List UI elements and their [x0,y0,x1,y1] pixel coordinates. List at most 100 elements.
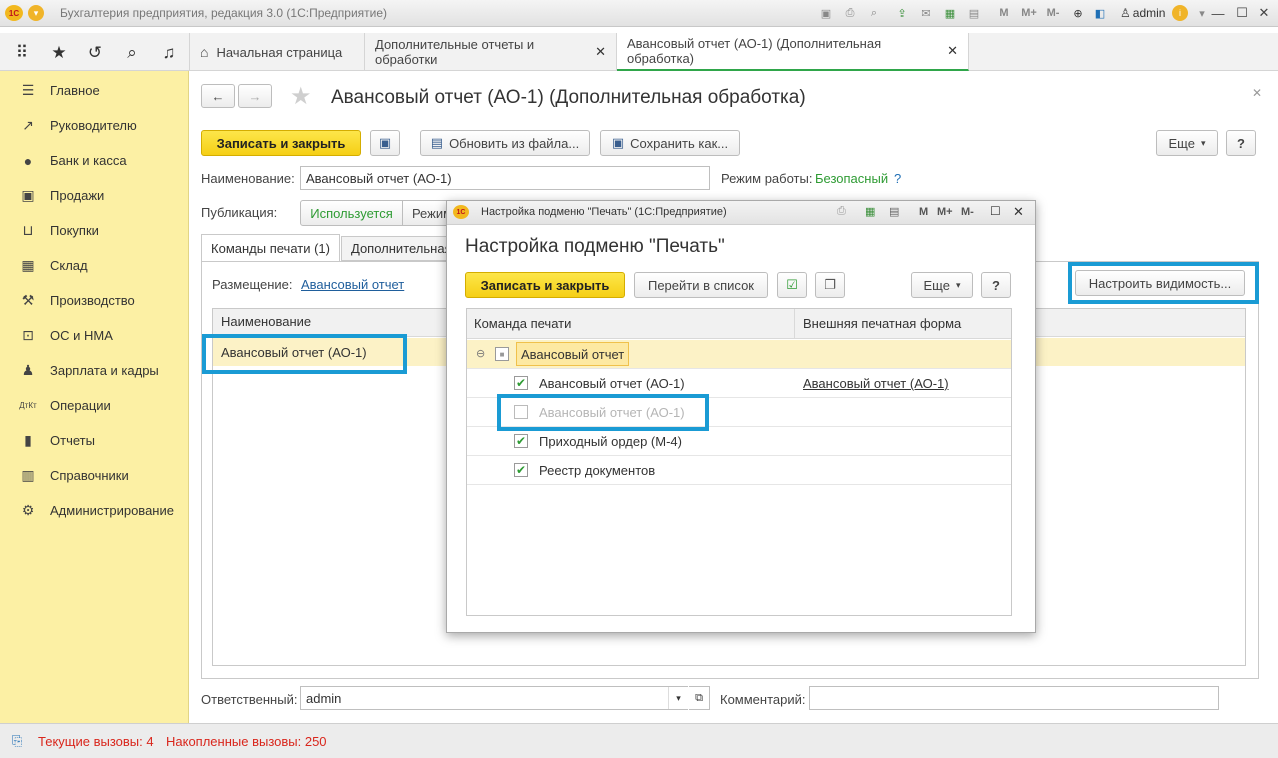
dialog-window-title: Настройка подменю "Печать" (1С:Предприят… [481,206,727,218]
publication-used-option[interactable]: Используется [300,200,403,226]
save-close-button[interactable]: Записать и закрыть [201,130,361,156]
close-form-icon[interactable]: ✕ [1252,86,1262,100]
coin-icon: ● [23,152,33,169]
update-from-file-button[interactable]: ▤ Обновить из файла... [420,130,590,156]
history-icon[interactable]: ↺ [84,42,106,64]
sidebar-item-purchases[interactable]: ⊔ Покупки [0,213,189,248]
row-checkbox[interactable]: ✔ [514,376,528,390]
spreadsheet-icon[interactable]: ▦ [942,5,958,21]
close-button[interactable]: ✕ [1254,3,1274,23]
spreadsheet-icon[interactable]: ▦ [865,205,875,218]
apps-grid-icon[interactable]: ⠿ [11,42,33,64]
memory-mminus-button[interactable]: M- [961,206,974,218]
tree-group-row[interactable]: ⊖ ■ Авансовый отчет [467,340,1011,369]
tree-row[interactable]: ✔ Приходный ордер (М-4) [467,427,1011,456]
favorite-star-icon[interactable]: ★ [290,82,312,111]
dialog-more-button[interactable]: Еще ▾ [911,272,973,298]
app-title-bar: 1С ▾ Бухгалтерия предприятия, редакция 3… [0,0,1278,27]
close-tab-icon[interactable]: ✕ [947,43,958,59]
warehouse-icon: ▦ [21,257,35,273]
external-form-link[interactable]: Авансовый отчет (АО-1) [803,376,949,391]
memory-mplus-button[interactable]: M+ [937,206,953,218]
sidebar-item-bank[interactable]: ● Банк и касса [0,143,189,178]
copy-icon[interactable]: ❐ [815,272,845,298]
row-checkbox[interactable]: ✔ [514,434,528,448]
close-tab-icon[interactable]: ✕ [595,44,606,60]
preview-icon[interactable]: ⌕ [866,5,882,21]
zoom-icon[interactable]: ⊕ [1070,5,1086,21]
user-name: admin [1132,6,1166,20]
memory-mminus-button[interactable]: M- [1042,5,1064,21]
comment-field[interactable] [809,686,1219,710]
sidebar-item-admin[interactable]: ⚙ Администрирование [0,493,189,528]
goto-list-button[interactable]: Перейти в список [634,272,768,298]
back-button[interactable]: ← [201,84,235,108]
sidebar-item-salary[interactable]: ♟ Зарплата и кадры [0,353,189,388]
placement-label: Размещение: [212,277,293,292]
memory-mplus-button[interactable]: M+ [1018,5,1040,21]
bar-chart-icon: ▮ [24,432,32,448]
save-as-button[interactable]: ▣ Сохранить как... [600,130,740,156]
upload-icon[interactable]: ⇪ [894,5,910,21]
sidebar-item-warehouse[interactable]: ▦ Склад [0,248,189,283]
tab-home[interactable]: ⌂ Начальная страница [189,33,365,71]
calls-icon[interactable]: ⎘ [12,733,30,749]
more-button[interactable]: Еще ▾ [1156,130,1218,156]
group-checkbox[interactable]: ■ [495,347,509,361]
tab-additional-reports[interactable]: Дополнительные отчеты и обработки ✕ [365,33,617,71]
sidebar-item-main[interactable]: ☰ Главное [0,73,189,108]
dialog-help-button[interactable]: ? [981,272,1011,298]
tab-advance-report[interactable]: Авансовый отчет (АО-1) (Дополнительная о… [617,33,969,71]
sidebar-item-production[interactable]: ⚒ Производство [0,283,189,318]
mail-icon[interactable]: ✉ [918,5,934,21]
search-icon[interactable]: ⌕ [121,42,143,64]
print-icon[interactable]: ⎙ [842,5,858,21]
sidebar-item-reports[interactable]: ▮ Отчеты [0,423,189,458]
calendar-icon[interactable]: ▤ [889,205,899,218]
maximize-button[interactable]: ☐ [1232,3,1252,23]
sidebar-item-assets[interactable]: ⊡ ОС и НМА [0,318,189,353]
check-all-icon[interactable]: ☑ [777,272,807,298]
collapse-icon[interactable]: ⊖ [476,347,485,360]
forward-button[interactable]: → [238,84,272,108]
save-icon[interactable]: ▣ [370,130,400,156]
calendar-icon[interactable]: ▤ [966,5,982,21]
disk-icon: ▣ [611,135,625,150]
placement-link[interactable]: Авансовый отчет [301,277,404,292]
main-menu-button[interactable]: ▾ [28,5,44,21]
favorites-icon[interactable]: ★ [48,42,70,64]
tab-print-commands[interactable]: Команды печати (1) [201,234,340,262]
responsible-field[interactable]: admin [300,686,688,710]
minimize-button[interactable]: — [1208,3,1228,23]
sidebar-item-sales[interactable]: ▣ Продажи [0,178,189,213]
assets-icon: ⊡ [22,327,34,343]
chevron-down-icon[interactable]: ▾ [668,687,688,709]
user-menu[interactable]: ♙ admin [1120,6,1165,20]
page-title: Авансовый отчет (АО-1) (Дополнительная о… [331,87,806,108]
row-label: Реестр документов [539,463,656,478]
print-icon[interactable]: ⎙ [837,205,846,218]
memory-m-button[interactable]: M [996,5,1012,21]
tab-additional[interactable]: Дополнительная [341,236,461,261]
dialog-save-close-button[interactable]: Записать и закрыть [465,272,625,298]
panels-icon[interactable]: ◧ [1092,5,1108,21]
bell-icon[interactable]: ♫ [158,42,180,64]
factory-icon: ⚒ [21,292,35,308]
name-field[interactable]: Авансовый отчет (АО-1) [300,166,710,190]
sidebar-item-manager[interactable]: ↗ Руководителю [0,108,189,143]
open-icon[interactable]: ⧉ [689,686,710,710]
name-label: Наименование: [201,171,295,186]
close-button[interactable]: ✕ [1013,204,1024,220]
memory-m-button[interactable]: M [919,206,928,218]
help-button[interactable]: ? [1226,130,1256,156]
save-icon[interactable]: ▣ [818,5,834,21]
column-divider [794,309,795,339]
sidebar-item-directories[interactable]: ▥ Справочники [0,458,189,493]
mode-help-link[interactable]: ? [894,171,901,186]
tree-row[interactable]: ✔ Реестр документов [467,456,1011,485]
row-checkbox[interactable]: ✔ [514,463,528,477]
info-icon[interactable]: i [1172,5,1188,21]
configure-visibility-button[interactable]: Настроить видимость... [1075,270,1245,296]
maximize-button[interactable]: ☐ [990,204,1001,218]
sidebar-item-operations[interactable]: ДтКт Операции [0,388,189,423]
